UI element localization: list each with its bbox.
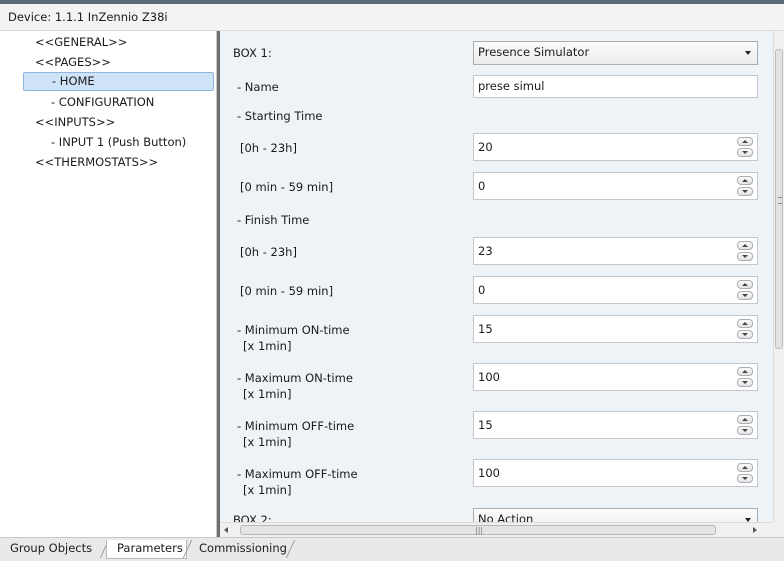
min-off-value: 15 xyxy=(478,418,493,432)
box1-select[interactable]: Presence Simulator xyxy=(473,41,758,65)
start-hour-spinner[interactable] xyxy=(737,137,755,158)
window-titlebar: Device: 1.1.1 InZennio Z38i xyxy=(0,4,784,31)
spin-up-icon[interactable] xyxy=(737,241,753,250)
window-title: Device: 1.1.1 InZennio Z38i xyxy=(8,10,168,24)
max-off-value: 100 xyxy=(478,466,500,480)
tab-commissioning[interactable]: Commissioning xyxy=(189,540,297,559)
spin-down-icon[interactable] xyxy=(737,148,753,157)
box2-select-value: No Action xyxy=(478,512,534,522)
box1-label: BOX 1: xyxy=(233,46,272,60)
max-on-input[interactable]: 100 xyxy=(473,363,758,391)
min-on-unit: [x 1min] xyxy=(243,339,292,353)
vertical-scrollbar[interactable] xyxy=(773,31,784,522)
tab-group-objects[interactable]: Group Objects xyxy=(0,540,102,559)
spin-down-icon[interactable] xyxy=(737,252,753,261)
spin-up-icon[interactable] xyxy=(737,176,753,185)
name-input-value: prese simul xyxy=(478,79,545,93)
horizontal-scrollbar[interactable]: ||| xyxy=(220,522,773,538)
vertical-scrollbar-thumb[interactable] xyxy=(775,49,783,349)
spin-down-icon[interactable] xyxy=(737,187,753,196)
name-label: - Name xyxy=(237,80,279,94)
min-off-spinner[interactable] xyxy=(737,415,755,436)
parameter-tree: <<GENERAL>> <<PAGES>> - HOME - CONFIGURA… xyxy=(0,31,217,537)
scrollbar-grip-icon xyxy=(778,197,782,204)
tab-parameters[interactable]: Parameters xyxy=(106,540,187,559)
scroll-right-icon[interactable] xyxy=(753,527,757,533)
spin-up-icon[interactable] xyxy=(737,463,753,472)
tree-item-input-1[interactable]: - INPUT 1 (Push Button) xyxy=(51,133,186,152)
start-hour-value: 20 xyxy=(478,140,493,154)
min-on-value: 15 xyxy=(478,322,493,336)
max-off-unit: [x 1min] xyxy=(243,483,292,497)
finish-min-spinner[interactable] xyxy=(737,280,755,301)
spin-down-icon[interactable] xyxy=(737,330,753,339)
bottom-tab-bar: Group Objects Parameters Commissioning xyxy=(0,537,784,561)
min-off-label: - Minimum OFF-time xyxy=(237,419,355,433)
name-input[interactable]: prese simul xyxy=(473,75,758,98)
max-on-spinner[interactable] xyxy=(737,367,755,388)
spin-up-icon[interactable] xyxy=(737,280,753,289)
min-off-input[interactable]: 15 xyxy=(473,411,758,439)
box2-select[interactable]: No Action xyxy=(473,508,758,522)
tree-item-thermostats[interactable]: <<THERMOSTATS>> xyxy=(35,153,158,172)
max-off-label: - Maximum OFF-time xyxy=(237,467,358,481)
min-off-unit: [x 1min] xyxy=(243,435,292,449)
min-on-spinner[interactable] xyxy=(737,319,755,340)
tree-item-configuration[interactable]: - CONFIGURATION xyxy=(51,93,154,112)
chevron-down-icon xyxy=(745,51,751,55)
spin-down-icon[interactable] xyxy=(737,291,753,300)
start-hour-label: [0h - 23h] xyxy=(240,141,297,155)
min-on-label: - Minimum ON-time xyxy=(237,323,350,337)
start-hour-input[interactable]: 20 xyxy=(473,133,758,161)
start-min-value: 0 xyxy=(478,179,486,193)
finish-min-input[interactable]: 0 xyxy=(473,276,758,304)
tree-item-inputs[interactable]: <<INPUTS>> xyxy=(35,113,115,132)
start-min-label: [0 min - 59 min] xyxy=(240,180,334,194)
spin-up-icon[interactable] xyxy=(737,319,753,328)
start-min-input[interactable]: 0 xyxy=(473,172,758,200)
min-on-input[interactable]: 15 xyxy=(473,315,758,343)
tree-item-general[interactable]: <<GENERAL>> xyxy=(35,33,127,52)
finish-min-label: [0 min - 59 min] xyxy=(240,284,334,298)
tree-item-home[interactable]: - HOME xyxy=(23,72,214,91)
finish-hour-input[interactable]: 23 xyxy=(473,237,758,265)
finish-hour-value: 23 xyxy=(478,244,493,258)
box2-label: BOX 2: xyxy=(233,513,272,522)
spin-up-icon[interactable] xyxy=(737,415,753,424)
start-min-spinner[interactable] xyxy=(737,176,755,197)
max-on-label: - Maximum ON-time xyxy=(237,371,353,385)
spin-down-icon[interactable] xyxy=(737,474,753,483)
finish-hour-label: [0h - 23h] xyxy=(240,245,297,259)
finish-min-value: 0 xyxy=(478,283,486,297)
box1-select-value: Presence Simulator xyxy=(478,45,590,59)
tree-item-pages[interactable]: <<PAGES>> xyxy=(35,53,111,72)
spin-down-icon[interactable] xyxy=(737,426,753,435)
spin-up-icon[interactable] xyxy=(737,137,753,146)
spin-up-icon[interactable] xyxy=(737,367,753,376)
horizontal-scrollbar-thumb[interactable]: ||| xyxy=(240,525,716,535)
spin-down-icon[interactable] xyxy=(737,378,753,387)
max-off-spinner[interactable] xyxy=(737,463,755,484)
scroll-left-icon[interactable] xyxy=(224,527,228,533)
scrollbar-grip-icon: ||| xyxy=(475,526,484,535)
max-on-unit: [x 1min] xyxy=(243,387,292,401)
parameters-pane: BOX 1: Presence Simulator - Name prese s… xyxy=(220,31,773,522)
starting-time-label: - Starting Time xyxy=(237,109,323,123)
max-off-input[interactable]: 100 xyxy=(473,459,758,487)
finish-time-label: - Finish Time xyxy=(237,213,310,227)
max-on-value: 100 xyxy=(478,370,500,384)
finish-hour-spinner[interactable] xyxy=(737,241,755,262)
